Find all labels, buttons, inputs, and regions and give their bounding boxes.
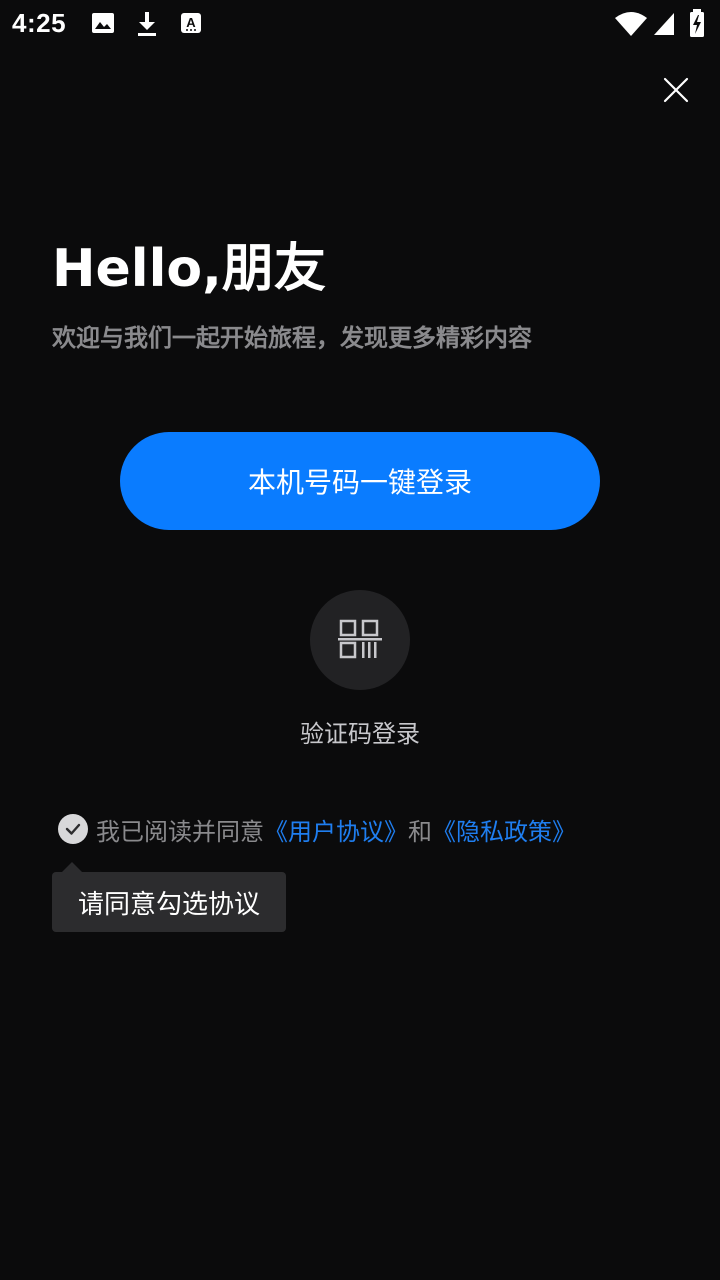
- check-icon: [65, 823, 81, 835]
- status-time: 4:25: [12, 8, 67, 38]
- page-title: Hello,朋友: [52, 239, 326, 299]
- image-icon: [90, 10, 116, 40]
- svg-text:A: A: [186, 15, 196, 30]
- code-login-button[interactable]: [310, 590, 410, 690]
- login-screen: 4:25 A Hello,朋友 欢迎与我们一起开始旅程，发现更多精彩内容 本机号…: [0, 0, 720, 1280]
- agreement-tooltip: 请同意勾选协议: [52, 872, 286, 932]
- tooltip-arrow: [62, 862, 82, 872]
- user-agreement-link[interactable]: 《用户协议》: [264, 812, 408, 847]
- privacy-policy-link[interactable]: 《隐私政策》: [432, 812, 576, 847]
- font-app-icon: A: [178, 10, 204, 40]
- one-click-login-button[interactable]: 本机号码一键登录: [120, 432, 600, 530]
- battery-charging-icon: [688, 8, 706, 42]
- agreement-checkbox[interactable]: [58, 814, 88, 844]
- agreement-row: 我已阅读并同意 《用户协议》 和 《隐私政策》: [58, 812, 576, 846]
- code-login-label[interactable]: 验证码登录: [0, 714, 720, 749]
- close-icon: [663, 77, 689, 103]
- wifi-icon: [614, 11, 648, 41]
- page-subtitle: 欢迎与我们一起开始旅程，发现更多精彩内容: [52, 324, 532, 352]
- close-button[interactable]: [656, 70, 696, 110]
- signal-icon: [652, 11, 676, 41]
- download-icon: [134, 10, 160, 42]
- one-click-login-label: 本机号码一键登录: [247, 466, 472, 499]
- agreement-prefix: 我已阅读并同意: [96, 817, 264, 846]
- tooltip-text: 请同意勾选协议: [77, 889, 260, 920]
- status-bar: 4:25 A: [0, 0, 720, 50]
- qr-code-icon: [338, 619, 382, 659]
- agreement-conjunction: 和: [408, 817, 432, 846]
